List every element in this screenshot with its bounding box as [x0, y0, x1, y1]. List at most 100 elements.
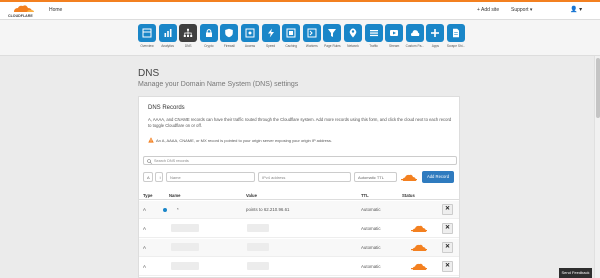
nav-item-crypto[interactable]: Crypto	[199, 24, 219, 54]
warning-icon	[148, 137, 154, 143]
nav-icon-box	[261, 24, 280, 42]
redacted-name	[171, 262, 199, 270]
nav-item-firewall[interactable]: Firewall	[219, 24, 239, 54]
nav-item-network[interactable]: Network	[343, 24, 363, 54]
nav-item-workers[interactable]: Workers	[302, 24, 322, 54]
nav-icon-box	[426, 24, 445, 42]
record-ttl[interactable]: Automatic	[361, 226, 381, 231]
nav-icon-box	[344, 24, 362, 42]
nav-icon-box	[282, 24, 301, 42]
page-subtitle: Manage your Domain Name System (DNS) set…	[138, 81, 299, 88]
record-type: A	[143, 245, 146, 250]
nav-item-stream[interactable]: Stream	[384, 24, 404, 54]
nav-item-overview[interactable]: Overview	[137, 24, 157, 54]
table-row[interactable]: A Automatic ✕	[139, 220, 459, 238]
stream-icon	[390, 30, 399, 36]
search-input[interactable]	[154, 157, 444, 164]
nav-icon-box	[220, 24, 239, 42]
record-value[interactable]: points to 62.210.96.61	[246, 207, 289, 212]
redacted-name	[171, 243, 199, 251]
analytics-icon	[164, 29, 172, 37]
caching-icon	[286, 28, 296, 38]
nav-item-analytics[interactable]: Analytics	[158, 24, 178, 54]
nav-item-access[interactable]: Access	[240, 24, 260, 54]
add-record-button[interactable]: Add Record	[422, 171, 454, 183]
record-ttl[interactable]: Automatic	[361, 264, 381, 269]
user-menu[interactable]: 👤 ▾	[570, 6, 582, 13]
panel-description: A, AAAA, and CNAME records can have thei…	[148, 117, 452, 128]
proxied-cloud-icon[interactable]	[411, 244, 427, 251]
table-row[interactable]: A Automatic ✕	[139, 239, 459, 257]
scrollbar-thumb[interactable]	[596, 58, 600, 118]
page-title: DNS	[138, 68, 160, 79]
redacted-value	[247, 262, 269, 270]
nav-item-custom-pa[interactable]: Custom Pa...	[405, 24, 425, 54]
header-value: Value	[246, 193, 257, 198]
support-menu[interactable]: Support ▾	[511, 7, 532, 13]
nav-item-speed[interactable]: Speed	[261, 24, 281, 54]
send-feedback-button[interactable]: Send Feedback	[559, 268, 592, 278]
search-bar	[143, 156, 457, 165]
delete-record-button[interactable]: ✕	[442, 261, 453, 272]
dns-records-panel: DNS Records A, AAAA, and CNAME records c…	[138, 96, 460, 278]
nav-item-traffic[interactable]: Traffic	[364, 24, 384, 54]
nav-icon-box	[447, 24, 465, 42]
header-ttl: TTL	[361, 193, 369, 198]
record-type: A	[143, 207, 146, 212]
header-name: Name	[169, 193, 181, 198]
search-icon	[147, 158, 152, 164]
warning-text: An A, AAAA, CNAME, or MX record is point…	[156, 138, 333, 143]
lock-icon	[205, 29, 212, 37]
shield-icon	[225, 28, 234, 38]
record-name[interactable]: *	[177, 207, 179, 212]
nav-item-page-rules[interactable]: Page Rules	[322, 24, 342, 54]
record-ttl[interactable]: Automatic	[361, 245, 381, 250]
delete-record-button[interactable]: ✕	[442, 204, 453, 215]
redacted-value	[247, 243, 269, 251]
location-icon	[349, 28, 357, 38]
nav-icon-box	[179, 24, 198, 42]
nav-icon-box	[199, 24, 218, 42]
nav-item-dns[interactable]: DNS	[178, 24, 198, 54]
name-field[interactable]	[170, 175, 251, 180]
ipv4-field[interactable]	[262, 175, 347, 180]
nav-label: Scrape Shi...	[446, 44, 466, 48]
redacted-value	[247, 224, 269, 232]
nav-item-scrape-shi[interactable]: Scrape Shi...	[446, 24, 466, 54]
proxied-cloud-icon[interactable]	[411, 225, 427, 232]
record-ttl[interactable]: Automatic	[361, 207, 381, 212]
traffic-icon	[369, 30, 378, 37]
delete-record-button[interactable]: ✕	[442, 242, 453, 253]
header-status: Status	[402, 193, 415, 198]
delete-record-button[interactable]: ✕	[442, 223, 453, 234]
nav-item-apps[interactable]: Apps	[425, 24, 445, 54]
header-type: Type	[143, 193, 153, 198]
nav-icon-box	[241, 24, 259, 42]
nav-icon-box	[364, 24, 383, 42]
record-type: A	[143, 264, 146, 269]
cloudflare-logo[interactable]: CLOUDFLARE	[6, 4, 42, 18]
redacted-name	[171, 224, 199, 232]
nav-icon-box	[138, 24, 156, 42]
brand-wordmark: CLOUDFLARE	[8, 14, 33, 18]
record-dot-icon	[163, 208, 167, 212]
proxy-cloud-icon[interactable]	[401, 174, 417, 181]
table-row[interactable]: A Automatic ✕	[139, 258, 459, 276]
filter-icon	[328, 29, 337, 37]
page-scrollbar[interactable]	[594, 56, 600, 278]
nav-item-caching[interactable]: Caching	[281, 24, 301, 54]
home-link[interactable]: Home	[49, 7, 62, 13]
ip-field-wrap	[258, 172, 351, 182]
add-site-link[interactable]: + Add site	[477, 7, 499, 13]
nav-icon-box	[323, 24, 342, 42]
ttl-select[interactable]: Automatic TTL	[354, 172, 397, 182]
nav-icon-box	[405, 24, 424, 42]
record-type-stepper[interactable]: ↕	[155, 172, 163, 182]
overview-icon	[142, 28, 152, 38]
table-row[interactable]: A * points to 62.210.96.61 Automatic ✕	[139, 201, 459, 219]
plus-icon	[431, 29, 440, 37]
record-type-select[interactable]: A	[143, 172, 153, 182]
brand-accent-line	[0, 0, 600, 2]
nav-icon-box	[302, 24, 321, 42]
proxied-cloud-icon[interactable]	[411, 263, 427, 270]
